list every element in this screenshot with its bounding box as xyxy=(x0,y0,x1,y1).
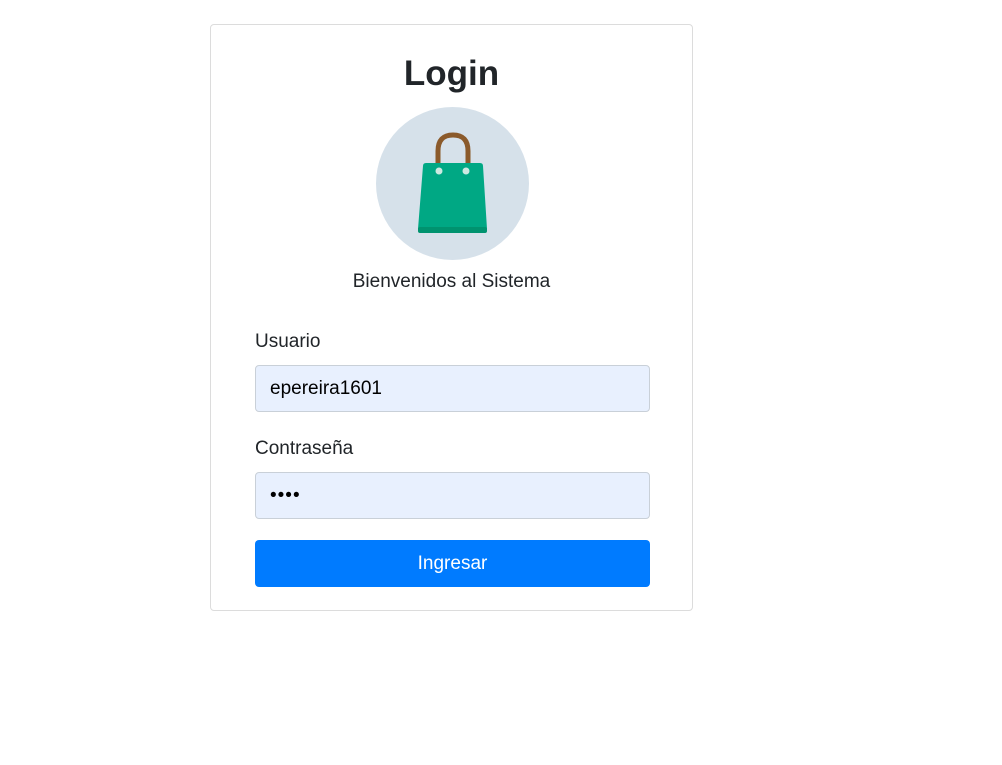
page-title: Login xyxy=(403,54,500,93)
logo-avatar xyxy=(376,107,529,260)
username-label: Usuario xyxy=(255,331,321,352)
welcome-text: Bienvenidos al Sistema xyxy=(352,271,551,292)
shopping-bag-icon xyxy=(418,132,487,233)
login-card: Login Bienvenidos al Sistema Usuario Con… xyxy=(210,24,693,611)
password-label: Contraseña xyxy=(255,438,354,459)
login-button[interactable]: Ingresar xyxy=(255,540,650,587)
username-input[interactable] xyxy=(255,365,650,412)
password-input[interactable] xyxy=(255,472,650,519)
